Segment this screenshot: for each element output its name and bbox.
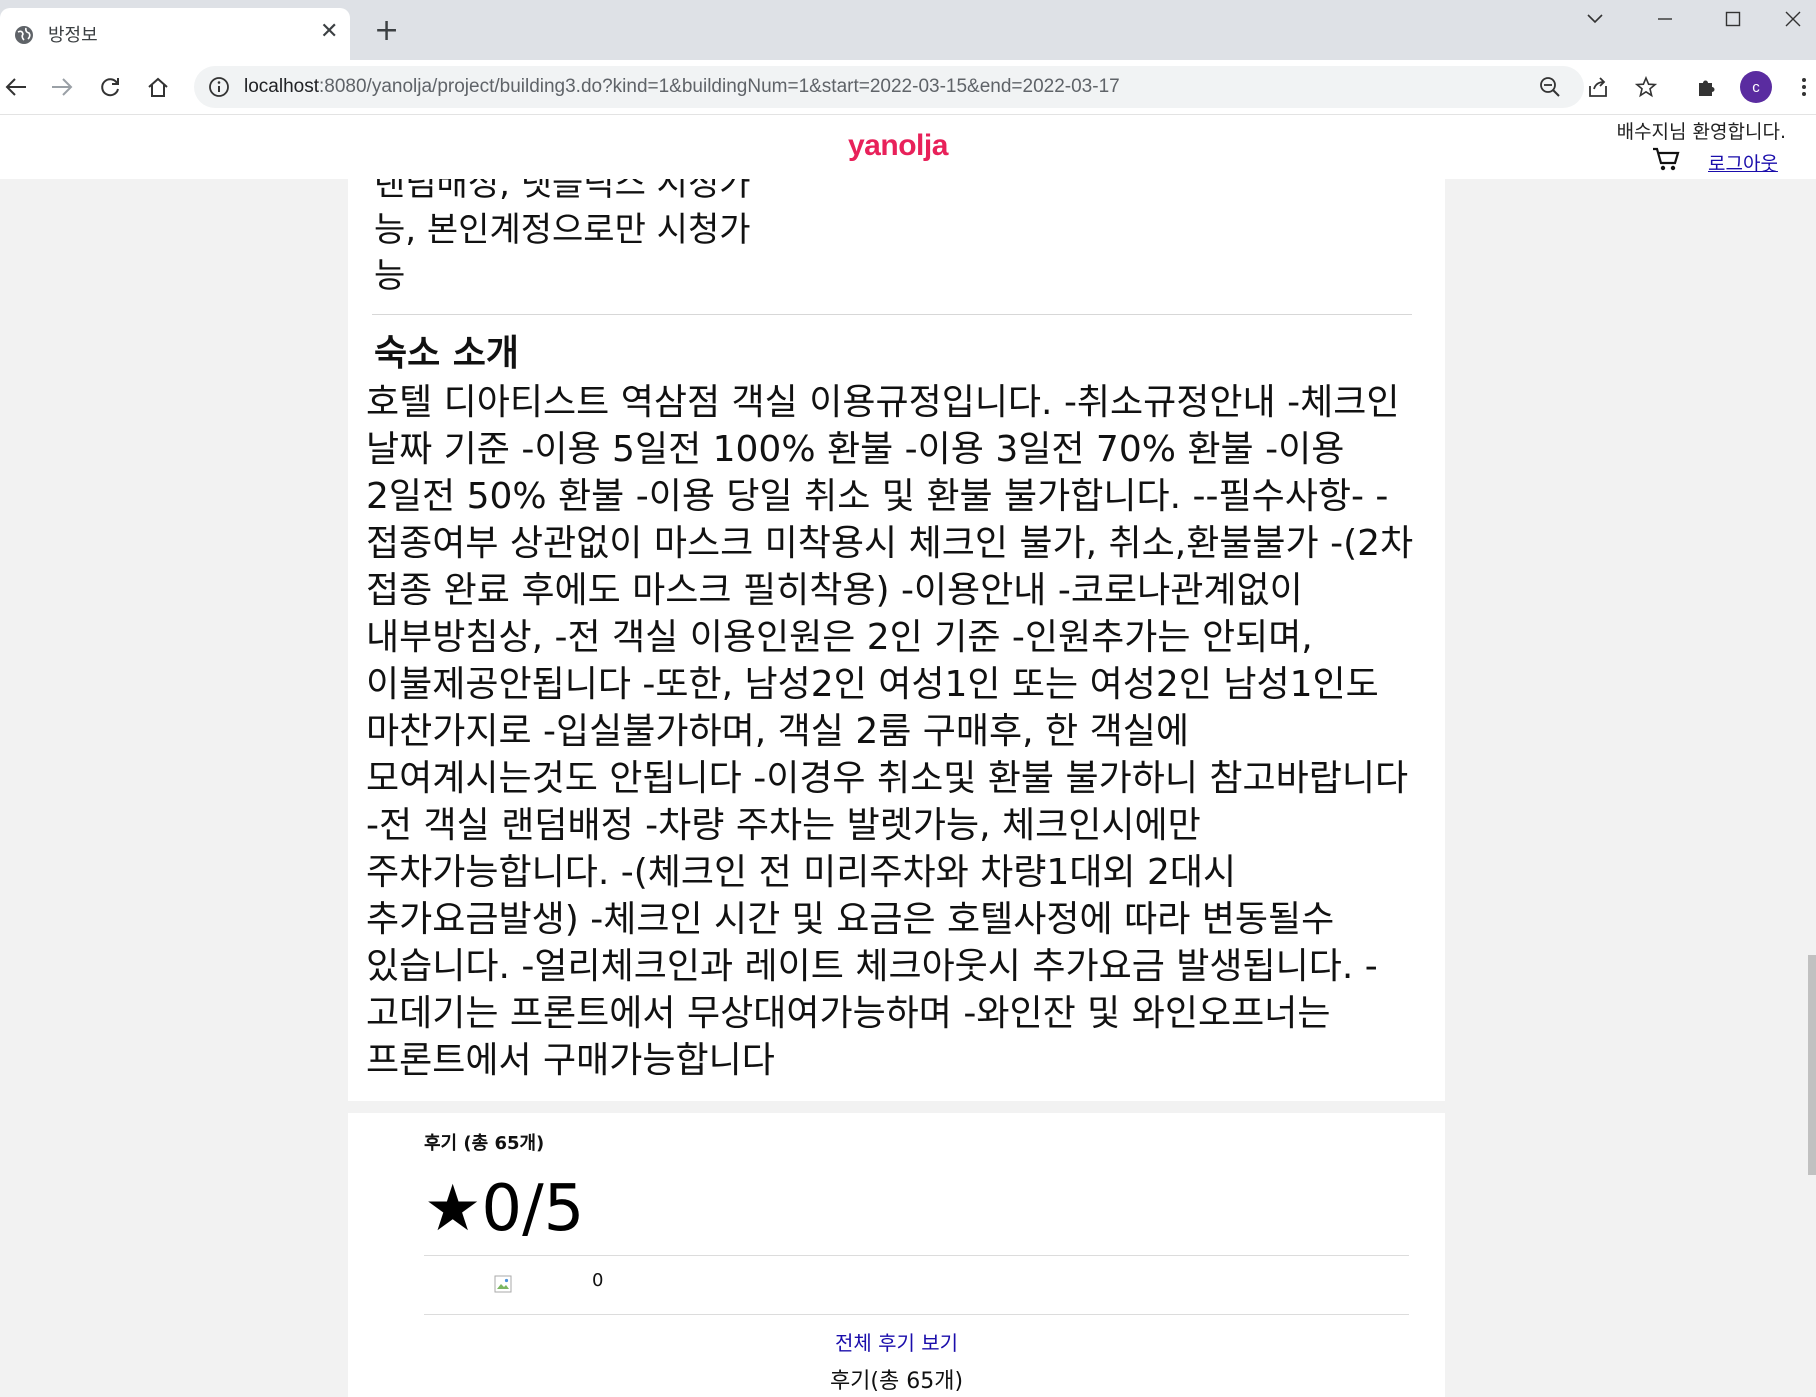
review-heading: 후기 (총 65개)	[424, 1133, 545, 1154]
accommodation-info-panel: 랜덤배성, 넷플릭스 시정가능, 본인계정으로만 시청가능 숙소 소개 호텔 디…	[348, 164, 1445, 1101]
scrollbar[interactable]	[1808, 955, 1816, 1175]
site-logo[interactable]: yanolja	[848, 129, 948, 163]
broken-image-icon	[494, 1275, 512, 1293]
tab-title: 방정보	[48, 25, 98, 46]
accommodation-intro-text: 호텔 디아티스트 역삼점 객실 이용규정입니다. -취소규정안내 -체크인 날짜…	[366, 382, 1414, 1081]
all-reviews-link[interactable]: 전체 후기 보기	[348, 1327, 1445, 1356]
review-panel: 후기 (총 65개) ★0/5 0 전체 후기 보기 후기(총 65개)	[348, 1113, 1445, 1397]
site-header: yanolja 배수지님 환영합니다. 로그아웃	[0, 115, 1816, 179]
extensions-icon[interactable]	[1692, 73, 1720, 101]
zoom-icon[interactable]	[1536, 73, 1564, 101]
browser-tab[interactable]: 방정보 ✕	[0, 8, 350, 60]
minimize-icon[interactable]	[1642, 0, 1688, 38]
globe-icon	[15, 26, 33, 44]
close-window-icon[interactable]	[1770, 0, 1816, 38]
maximize-icon[interactable]	[1710, 0, 1756, 38]
new-tab-icon[interactable]: +	[374, 16, 399, 46]
profile-avatar[interactable]: c	[1740, 71, 1772, 103]
forward-arrow-icon[interactable]	[48, 73, 76, 101]
menu-kebab-icon[interactable]	[1790, 73, 1816, 101]
bookmark-star-icon[interactable]	[1632, 73, 1660, 101]
section-title: 숙소 소개	[374, 333, 520, 374]
logout-link[interactable]: 로그아웃	[1708, 149, 1778, 176]
address-bar[interactable]: localhost:8080/yanolja/project/building3…	[194, 66, 1584, 108]
review-summary: 후기(총 65개)	[829, 1369, 964, 1394]
share-icon[interactable]	[1584, 73, 1612, 101]
url-path: :8080/yanolja/project/building3.do?kind=…	[319, 76, 1120, 97]
amenity-description: 랜덤배성, 넷플릭스 시정가능, 본인계정으로만 시청가능	[374, 164, 751, 296]
welcome-message: 배수지님 환영합니다.	[1616, 121, 1786, 143]
rating-score: ★0/5	[424, 1172, 585, 1246]
cart-icon[interactable]	[1652, 146, 1680, 172]
url-text: localhost:8080/yanolja/project/building3…	[244, 76, 1120, 98]
divider	[424, 1255, 1409, 1256]
reload-icon[interactable]	[96, 73, 124, 101]
url-host: localhost	[244, 76, 319, 97]
browser-toolbar: localhost:8080/yanolja/project/building3…	[0, 60, 1816, 115]
divider	[424, 1314, 1409, 1315]
tab-strip: 방정보 ✕ +	[0, 0, 1816, 60]
review-count: 0	[592, 1270, 604, 1291]
tab-search-icon[interactable]	[1572, 0, 1618, 38]
tab-close-icon[interactable]: ✕	[320, 21, 338, 43]
home-icon[interactable]	[144, 73, 172, 101]
divider	[372, 314, 1412, 315]
site-info-icon[interactable]	[208, 76, 230, 98]
back-arrow-icon[interactable]	[2, 73, 30, 101]
